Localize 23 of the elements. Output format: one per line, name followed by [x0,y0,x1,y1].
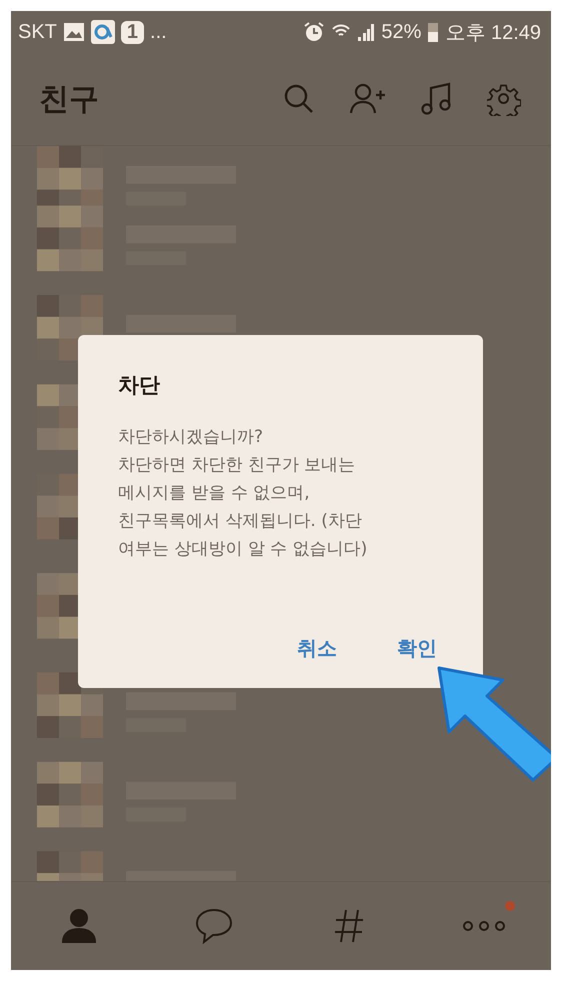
alarm-icon [303,21,326,43]
more-icon[interactable] [462,920,504,932]
battery-icon [427,21,440,43]
music-note-icon[interactable] [421,82,453,116]
add-friend-icon[interactable] [349,83,387,115]
cancel-button[interactable]: 취소 [287,629,347,668]
more-notifications: ... [150,20,167,44]
dialog-title: 차단 [118,372,161,399]
page-title: 친구 [39,80,99,118]
notification-badge: 1 [120,20,144,44]
person-icon[interactable] [60,908,96,944]
settings-icon[interactable] [487,82,521,116]
speech-bubble-icon[interactable] [194,908,232,944]
app-icon [90,20,115,44]
battery-percent: 52% [381,20,422,44]
confirm-button[interactable]: 확인 [387,629,447,668]
clock: 오후 12:49 [445,20,541,46]
dialog-message: 차단하시겠습니까? 차단하면 차단한 친구가 보내는 메시지를 받을 수 없으며, 친구목록에서 삭제됩니다. (차단 여부는 상대방이 알 수 없습니다) [118,426,368,561]
image-icon [62,22,85,42]
signal-icon [357,22,376,42]
carrier-label: SKT [18,20,57,44]
search-icon[interactable] [283,83,315,115]
hashtag-icon[interactable] [334,909,364,943]
